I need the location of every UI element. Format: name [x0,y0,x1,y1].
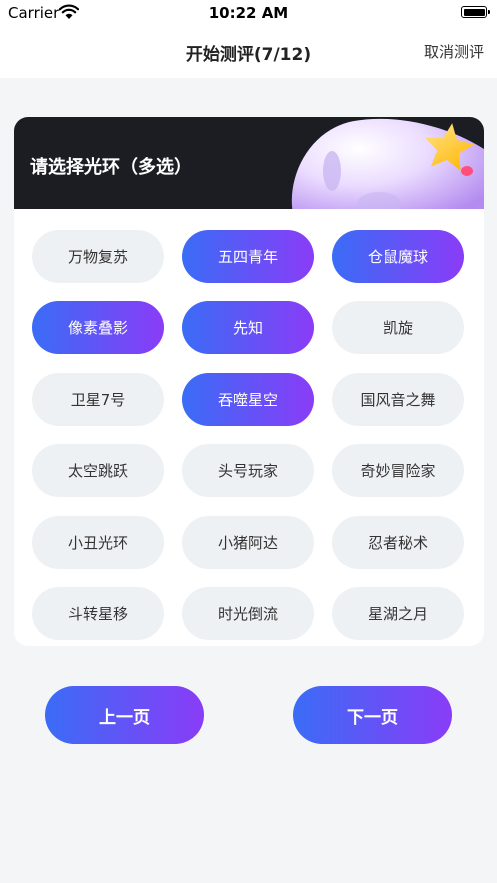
option-chip[interactable]: 头号玩家 [182,444,314,498]
option-chip[interactable]: 小猪阿达 [182,515,314,569]
option-chip[interactable]: 凯旋 [332,301,464,355]
option-chip[interactable]: 奇妙冒险家 [332,444,464,498]
option-chip[interactable]: 小丑光环 [32,515,164,569]
option-chip[interactable]: 星湖之月 [332,587,464,640]
option-chip[interactable]: 像素叠影 [32,301,164,355]
page-title: 开始测评(7/12) [185,45,312,65]
option-chip[interactable]: 时光倒流 [182,587,314,640]
option-chip[interactable]: 国风音之舞 [332,372,464,426]
option-chip[interactable]: 万物复苏 [32,230,164,283]
previous-page-button[interactable]: 上一页 [45,686,204,744]
option-chip[interactable]: 斗转星移 [32,587,164,640]
option-chip[interactable]: 吞噬星空 [182,372,314,426]
option-chip[interactable]: 太空跳跃 [32,444,164,498]
option-chip[interactable]: 忍者秘术 [332,515,464,569]
option-chip[interactable]: 先知 [182,301,314,355]
clock: 10:22 AM [208,4,289,22]
battery-icon [461,6,490,18]
option-chip[interactable]: 卫星7号 [32,372,164,426]
halo-selection-card: 请选择光环（多选） 万物复苏 五四青年 仓鼠魔球像素叠影 先知 凯旋卫星7号 吞噬星空 国风… [14,117,484,646]
next-page-button[interactable]: 下一页 [293,686,452,744]
card-header: 请选择光环（多选） [14,117,484,209]
option-chip[interactable]: 五四青年 [182,230,314,283]
planet-illustration-icon [291,118,484,209]
status-bar: Carrier 10:22 AM [0,0,497,26]
nav-bar: 开始测评(7/12) 取消测评 [0,26,497,78]
card-title: 请选择光环（多选） [30,157,192,178]
cancel-test-button[interactable]: 取消测评 [424,41,484,62]
option-chip[interactable]: 仓鼠魔球 [332,230,464,283]
